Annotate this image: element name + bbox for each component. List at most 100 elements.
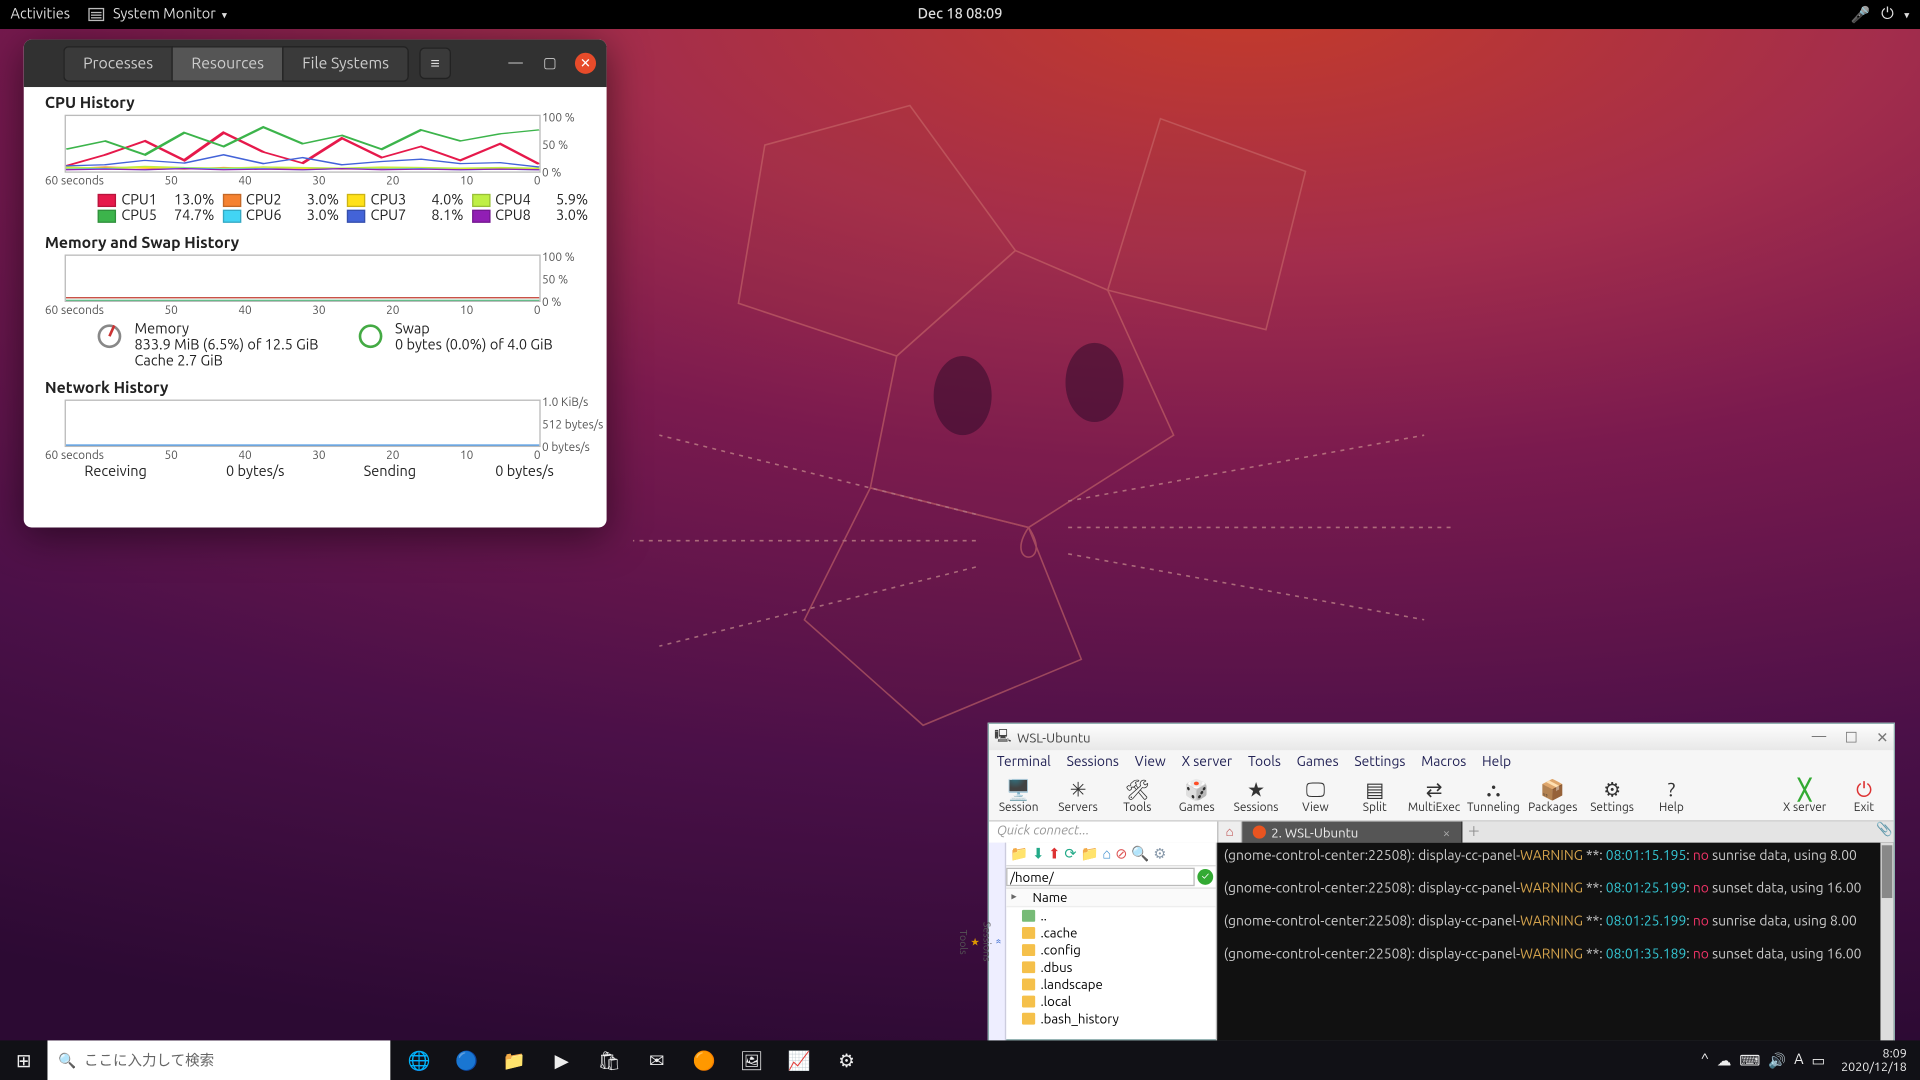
menu-x-server[interactable]: X server: [1182, 753, 1233, 769]
tray-icon[interactable]: ▭: [1812, 1052, 1826, 1069]
menu-macros[interactable]: Macros: [1421, 753, 1466, 769]
maximize-button[interactable]: ☐: [1845, 729, 1858, 746]
mem-history-title: Memory and Swap History: [45, 235, 594, 252]
tray-icon[interactable]: 🔊: [1768, 1052, 1786, 1069]
taskbar-app-icon[interactable]: ▶: [541, 1040, 583, 1080]
menu-sessions[interactable]: Sessions: [1067, 753, 1119, 769]
tray-icon[interactable]: ☁: [1717, 1052, 1732, 1069]
home-icon[interactable]: ⌂: [1103, 846, 1112, 862]
mic-icon[interactable]: 🎤: [1851, 5, 1871, 23]
titlebar[interactable]: Processes Resources File Systems ≡ — ▢ ✕: [24, 40, 607, 87]
taskbar-app-icon[interactable]: 🔵: [446, 1040, 488, 1080]
tb-exit[interactable]: ⏻Exit: [1834, 778, 1893, 814]
tb-games[interactable]: 🎲Games: [1167, 778, 1226, 814]
tab-file-systems[interactable]: File Systems: [283, 45, 409, 81]
pin-icon[interactable]: 📎: [1875, 822, 1893, 843]
legend-item: CPU113.0%: [98, 193, 215, 209]
quick-connect-input[interactable]: Quick connect...: [989, 822, 1218, 843]
upload-icon[interactable]: ⬆: [1048, 845, 1060, 862]
tb-sessions[interactable]: ★Sessions: [1226, 778, 1285, 814]
tab-resources[interactable]: Resources: [172, 45, 283, 81]
new-tab-button[interactable]: ＋: [1462, 822, 1486, 843]
tree-item[interactable]: .cache: [1006, 924, 1216, 941]
file-tree[interactable]: Name ...cache.config.dbus.landscape.loca…: [1006, 887, 1216, 1040]
settings-icon[interactable]: ⚙: [1153, 845, 1166, 862]
path-input[interactable]: [1006, 868, 1195, 886]
taskbar-clock[interactable]: 8:09 2020/12/18: [1836, 1047, 1912, 1073]
tb-settings[interactable]: ⚙Settings: [1582, 778, 1641, 814]
close-button[interactable]: ✕: [1876, 729, 1888, 746]
legend-item: CPU45.9%: [471, 193, 588, 209]
tray-icon[interactable]: ^: [1701, 1052, 1709, 1069]
tree-item[interactable]: .config: [1006, 942, 1216, 959]
minimize-button[interactable]: —: [1812, 729, 1826, 746]
tb-view[interactable]: 🖵View: [1286, 778, 1345, 814]
menu-view[interactable]: View: [1135, 753, 1166, 769]
tb-help[interactable]: ?Help: [1642, 778, 1701, 814]
menu-settings[interactable]: Settings: [1354, 753, 1405, 769]
x-label: 10: [460, 303, 473, 316]
moba-sidepanel[interactable]: « Sessions ★ Tools: [989, 843, 1006, 1041]
find-icon[interactable]: 🔍: [1131, 845, 1149, 862]
taskbar-app-icon[interactable]: 📈: [778, 1040, 820, 1080]
tray-icon[interactable]: ⌨: [1739, 1052, 1760, 1069]
tb-session[interactable]: 🖥️Session: [989, 778, 1048, 814]
moba-titlebar[interactable]: 🖳 WSL-Ubuntu — ☐ ✕: [989, 724, 1894, 750]
minimize-button[interactable]: —: [506, 54, 524, 72]
x-label: 50: [164, 448, 177, 461]
taskbar-app-icon[interactable]: 🖼: [731, 1040, 773, 1080]
tab-close-icon[interactable]: ×: [1443, 825, 1450, 840]
terminal-line: (gnome-control-center:22508): display-cc…: [1224, 847, 1887, 863]
menu-games[interactable]: Games: [1297, 753, 1339, 769]
folder-icon[interactable]: 📁: [1010, 845, 1028, 862]
taskbar-app-icon[interactable]: 🟠: [683, 1040, 725, 1080]
power-icon[interactable]: ⏻: [1881, 5, 1894, 23]
tray-icon[interactable]: A: [1794, 1052, 1803, 1069]
activities-button[interactable]: Activities: [11, 7, 71, 23]
close-button[interactable]: ✕: [575, 53, 596, 74]
taskbar-app-icon[interactable]: 🛍: [588, 1040, 630, 1080]
menu-help[interactable]: Help: [1482, 753, 1511, 769]
menu-tools[interactable]: Tools: [1248, 753, 1281, 769]
menu-terminal[interactable]: Terminal: [997, 753, 1051, 769]
tree-item[interactable]: .landscape: [1006, 976, 1216, 993]
download-icon[interactable]: ⬇: [1032, 845, 1044, 862]
legend-item: CPU63.0%: [222, 208, 339, 224]
tab-processes[interactable]: Processes: [63, 45, 171, 81]
clock-label[interactable]: Dec 18 08:09: [918, 7, 1003, 23]
tb-multiexec[interactable]: ⇄MultiExec: [1404, 778, 1463, 814]
taskbar-app-icon[interactable]: 🌐: [398, 1040, 440, 1080]
scrollbar[interactable]: [1880, 843, 1893, 1041]
tree-header[interactable]: Name: [1006, 889, 1216, 907]
y-label: 0 %: [542, 295, 561, 308]
status-caret-icon[interactable]: ▾: [1904, 9, 1909, 21]
tb-tunneling[interactable]: ⛬Tunneling: [1464, 778, 1523, 814]
hamburger-menu[interactable]: ≡: [419, 47, 451, 79]
start-button[interactable]: ⊞: [0, 1049, 47, 1071]
terminal-tab[interactable]: 2. WSL-Ubuntu ×: [1242, 822, 1462, 843]
home-tab[interactable]: ⌂: [1218, 822, 1242, 843]
maximize-button[interactable]: ▢: [541, 54, 559, 72]
new-folder-icon[interactable]: 📁: [1080, 845, 1098, 862]
tb-x-server[interactable]: ╳X server: [1775, 778, 1834, 814]
tree-item[interactable]: ..: [1006, 907, 1216, 924]
tb-tools[interactable]: 🛠Tools: [1108, 778, 1167, 814]
swap-label: Swap: [395, 322, 553, 338]
tree-item[interactable]: .bash_history: [1006, 1010, 1216, 1027]
path-go-icon[interactable]: ✓: [1197, 869, 1213, 885]
tb-packages[interactable]: 📦Packages: [1523, 778, 1582, 814]
taskbar-app-icon[interactable]: ✉: [636, 1040, 678, 1080]
system-monitor-icon: [89, 8, 105, 21]
tree-item[interactable]: .local: [1006, 993, 1216, 1010]
app-menu[interactable]: System Monitor ▾: [89, 7, 227, 23]
windows-taskbar: ⊞ 🔍 ここに入力して検索 🌐🔵📁▶🛍✉🟠🖼📈⚙ ^ ☁ ⌨ 🔊 A ▭ 8:09 202…: [0, 1040, 1920, 1080]
taskbar-app-icon[interactable]: 📁: [493, 1040, 535, 1080]
terminal-output[interactable]: (gnome-control-center:22508): display-cc…: [1217, 843, 1893, 1041]
refresh-icon[interactable]: ⟳: [1064, 845, 1076, 862]
tb-split[interactable]: ▤Split: [1345, 778, 1404, 814]
tb-servers[interactable]: ✳Servers: [1048, 778, 1107, 814]
delete-icon[interactable]: ⊘: [1115, 845, 1127, 862]
taskbar-app-icon[interactable]: ⚙: [825, 1040, 867, 1080]
tree-item[interactable]: .dbus: [1006, 959, 1216, 976]
taskbar-search[interactable]: 🔍 ここに入力して検索: [47, 1040, 390, 1080]
